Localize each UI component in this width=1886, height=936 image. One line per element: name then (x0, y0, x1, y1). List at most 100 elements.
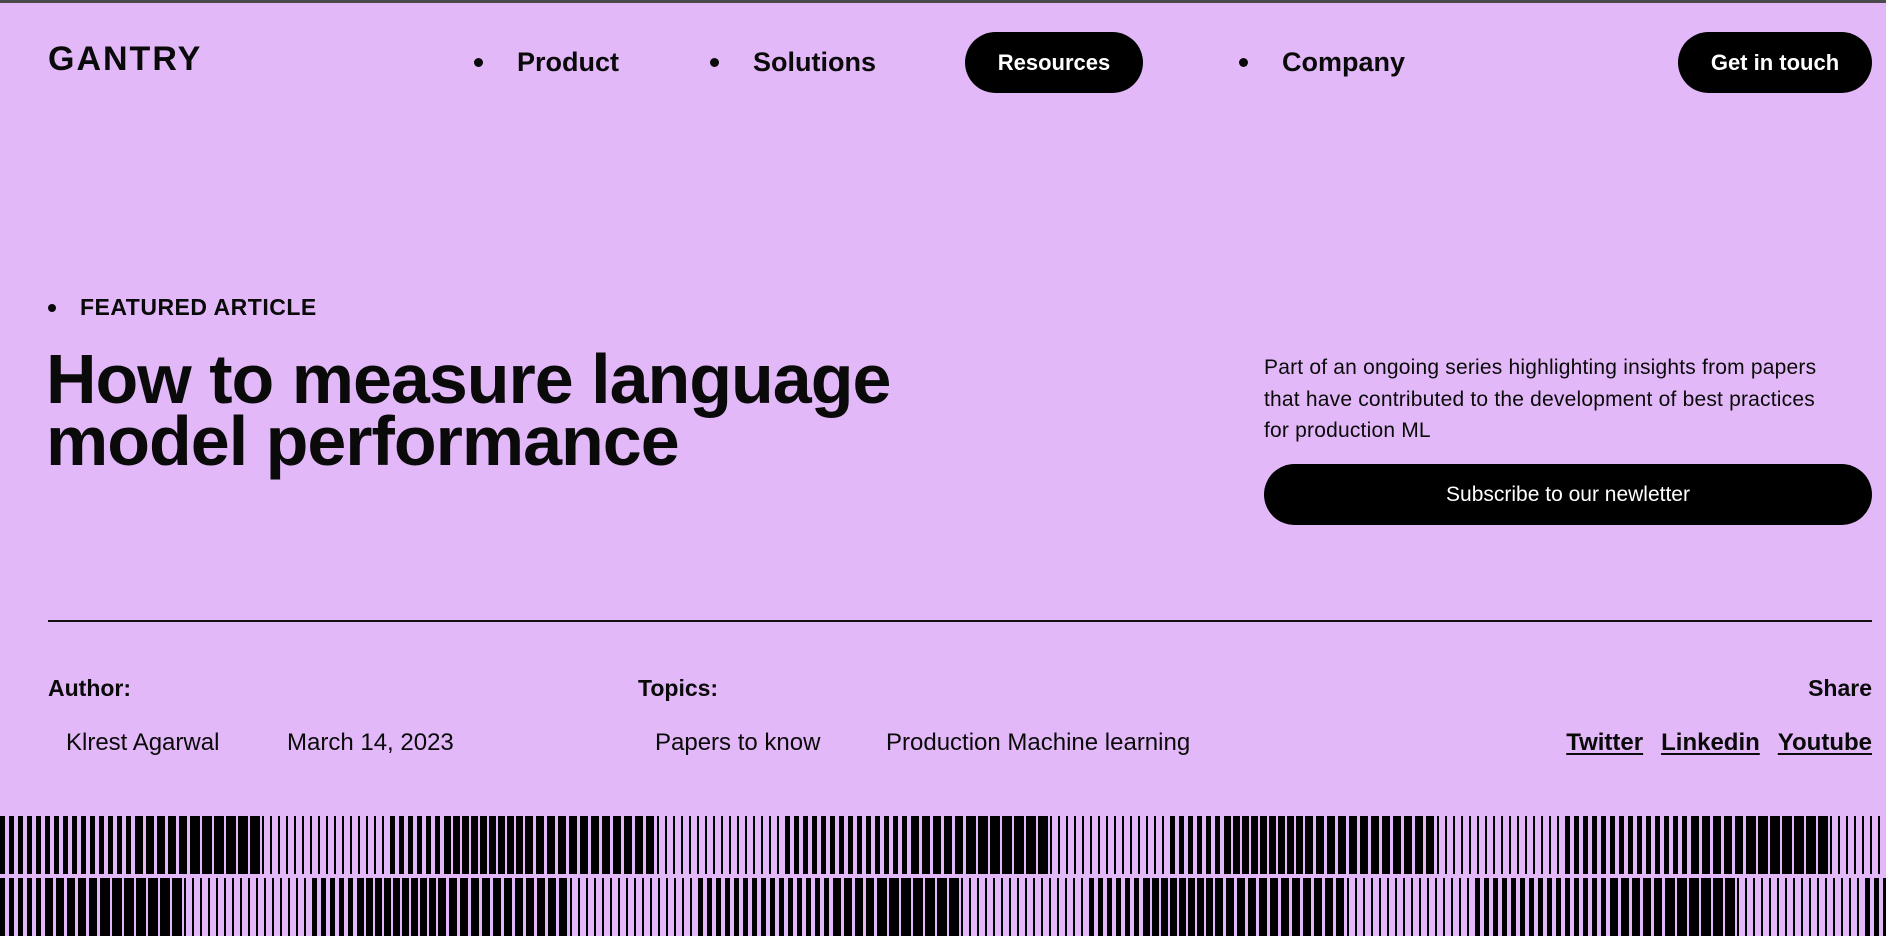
barcode-stripe (1525, 816, 1527, 874)
barcode-stripe (1435, 878, 1437, 936)
barcode-stripe (1305, 816, 1313, 874)
barcode-stripe (1146, 816, 1148, 874)
barcode-stripe (618, 878, 620, 936)
barcode-stripe (1520, 878, 1525, 936)
barcode-stripe (1583, 816, 1588, 874)
barcode-stripe (202, 816, 212, 874)
barcode-stripe (785, 816, 790, 874)
barcode-stripe (1242, 816, 1249, 874)
barcode-stripe (1411, 878, 1413, 936)
barcode-stripe (226, 816, 236, 874)
nav-item-label: Solutions (753, 46, 876, 77)
barcode-stripe (1538, 878, 1543, 936)
logo[interactable]: GANTRY (48, 40, 202, 79)
barcode-stripe (839, 816, 844, 874)
barcode-stripe (507, 816, 514, 874)
barcode-stripe (1426, 816, 1434, 874)
barcode-stripe (1701, 878, 1711, 936)
barcode-stripe (1237, 878, 1245, 936)
barcode-stripe (580, 816, 588, 874)
barcode-stripe (304, 878, 306, 936)
barcode-stripe (280, 878, 282, 936)
barcode-stripe (1601, 878, 1606, 936)
nav-item-resources[interactable]: Resources (965, 32, 1143, 93)
barcode-stripe (56, 878, 64, 936)
barcode-stripe (1746, 816, 1756, 874)
barcode-stripe (889, 878, 899, 936)
barcode-stripe (803, 816, 808, 874)
subscribe-button[interactable]: Subscribe to our newletter (1264, 464, 1872, 525)
barcode-stripe (1360, 816, 1368, 874)
barcode-stripe (1782, 816, 1792, 874)
topic-tag[interactable]: Production Machine learning (886, 729, 1190, 757)
barcode-stripe (690, 878, 692, 936)
barcode-stripe (1347, 878, 1349, 936)
barcode-stripe (1691, 816, 1699, 874)
barcode-stripe (1502, 878, 1507, 936)
share-links: Twitter Linkedin Youtube (1566, 729, 1872, 757)
barcode-stripe (734, 878, 739, 936)
barcode-stripe (417, 816, 422, 874)
barcode-stripe (729, 816, 731, 874)
barcode-stripe (200, 878, 202, 936)
bullet-icon (710, 57, 719, 67)
barcode-stripe (168, 816, 176, 874)
barcode-stripe (126, 816, 131, 874)
barcode-stripe (713, 816, 715, 874)
barcode-stripe (482, 878, 490, 936)
barcode-stripe (1152, 878, 1159, 936)
barcode-stripe (1188, 816, 1193, 874)
topic-tag[interactable]: Papers to know (655, 729, 820, 757)
barcode-stripe (1074, 816, 1076, 874)
twitter-link[interactable]: Twitter (1566, 729, 1643, 757)
barcode-stripe (1838, 816, 1840, 874)
barcode-stripe (933, 816, 941, 874)
barcode-stripe (375, 878, 382, 936)
get-in-touch-button[interactable]: Get in touch (1678, 32, 1872, 93)
barcode-stripe (1403, 878, 1405, 936)
barcode-stripe (844, 878, 852, 936)
barcode-stripe (993, 878, 995, 936)
nav-item-label: Product (517, 46, 620, 77)
barcode-stripe (1806, 816, 1816, 874)
barcode-stripe (1637, 816, 1642, 874)
barcode-stripe (1725, 878, 1735, 936)
barcode-stripe (1785, 878, 1787, 936)
barcode-stripe (1865, 878, 1870, 936)
linkedin-link[interactable]: Linkedin (1661, 729, 1760, 757)
barcode-stripe (646, 816, 654, 874)
barcode-stripe (250, 816, 260, 874)
barcode-stripe (1379, 878, 1381, 936)
barcode-stripe (9, 816, 14, 874)
barcode-stripe (192, 878, 194, 936)
barcode-stripe (172, 878, 182, 936)
barcode-stripe (382, 816, 384, 874)
barcode-stripe (978, 816, 988, 874)
barcode-stripe (922, 816, 930, 874)
barcode-stripe (666, 878, 668, 936)
barcode-stripe (1753, 878, 1755, 936)
barcode-stripe (1314, 878, 1322, 936)
barcode-stripe (794, 816, 799, 874)
barcode-stripe (1453, 816, 1455, 874)
barcode-stripe (318, 816, 320, 874)
barcode-stripe (1001, 878, 1003, 936)
youtube-link[interactable]: Youtube (1778, 729, 1872, 757)
barcode-stripe (262, 816, 264, 874)
barcode-stripe (444, 816, 451, 874)
nav-item-product[interactable]: Product (474, 44, 619, 80)
barcode-stripe (689, 816, 691, 874)
barcode-stripe (0, 816, 5, 874)
nav-item-company[interactable]: Company (1239, 44, 1405, 80)
barcode-stripe (537, 878, 545, 936)
barcode-stripe (1619, 816, 1624, 874)
barcode-stripe (1862, 816, 1864, 874)
barcode-stripe (1316, 816, 1324, 874)
nav-item-solutions[interactable]: Solutions (710, 44, 876, 80)
barcode-stripe (642, 878, 644, 936)
barcode-stripe (725, 878, 730, 936)
barcode-stripe (944, 816, 952, 874)
barcode-stripe (1049, 878, 1051, 936)
barcode-stripe (1689, 878, 1699, 936)
barcode-stripe (330, 878, 335, 936)
